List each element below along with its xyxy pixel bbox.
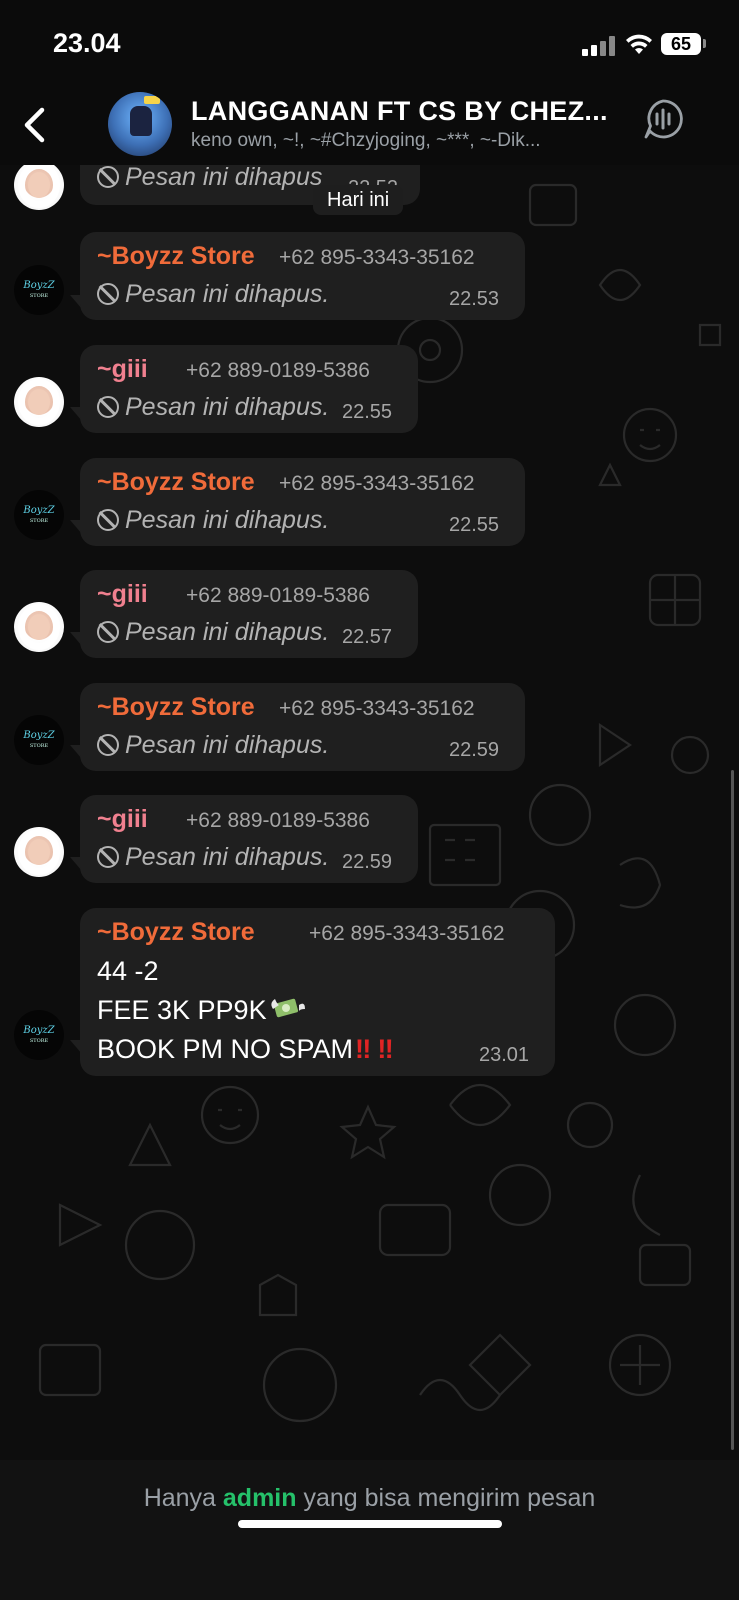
- battery-indicator: 65: [661, 33, 701, 55]
- deleted-text: Pesan ini dihapus.: [125, 393, 330, 421]
- sender-phone[interactable]: +62 889-0189-5386: [186, 359, 370, 383]
- message-text-line: BOOK PM NO SPAM‼ ‼: [97, 1034, 394, 1065]
- avatar[interactable]: [14, 602, 64, 652]
- scrollbar[interactable]: [731, 770, 734, 1450]
- deleted-icon: [97, 846, 119, 868]
- avatar[interactable]: BoyzZ STORE: [14, 490, 64, 540]
- avatar[interactable]: BoyzZ STORE: [14, 265, 64, 315]
- footer-notice: Hanya admin yang bisa mengirim pesan: [0, 1460, 739, 1600]
- chat-header: LANGGANAN FT CS BY CHEZ... keno own, ~!,…: [0, 90, 739, 165]
- message-bubble[interactable]: ~Boyzz Store +62 895-3343-35162 44 -2 FE…: [80, 908, 555, 1076]
- sender-phone[interactable]: +62 895-3343-35162: [279, 472, 475, 496]
- status-time: 23.04: [53, 28, 121, 58]
- deleted-text: Pesan ini dihapus.: [125, 618, 330, 646]
- message-time: 23.01: [479, 1044, 530, 1066]
- deleted-text: Pesan ini dihapus.: [125, 843, 330, 871]
- notice-suffix: yang bisa mengirim pesan: [296, 1484, 596, 1512]
- deleted-message: Pesan ini dihapus.: [97, 731, 329, 760]
- deleted-icon: [97, 734, 119, 756]
- deleted-icon: [97, 621, 119, 643]
- deleted-icon: [97, 396, 119, 418]
- message-time: 22.59: [342, 851, 393, 873]
- deleted-message: Pesan ini dihapus: [97, 165, 322, 192]
- sender-phone[interactable]: +62 889-0189-5386: [186, 584, 370, 608]
- chat-area[interactable]: Pesan ini dihapus 22.52 Hari ini BoyzZST…: [0, 165, 739, 1460]
- deleted-text: Pesan ini dihapus.: [125, 731, 330, 759]
- sender-name[interactable]: ~giii: [97, 805, 148, 834]
- message-text: FEE 3K PP9K: [97, 995, 267, 1025]
- sender-phone[interactable]: +62 895-3343-35162: [279, 246, 475, 270]
- group-members[interactable]: keno own, ~!, ~#Chzyjoging, ~***, ~-Dik.…: [191, 130, 621, 152]
- battery-tip: [703, 39, 706, 48]
- deleted-message: Pesan ini dihapus.: [97, 280, 329, 309]
- message-text: BOOK PM NO SPAM: [97, 1034, 354, 1064]
- status-bar: 23.04 65: [0, 0, 739, 90]
- sender-name[interactable]: ~Boyzz Store: [97, 468, 255, 497]
- deleted-text: Pesan ini dihapus: [125, 165, 323, 191]
- group-title[interactable]: LANGGANAN FT CS BY CHEZ...: [191, 96, 621, 127]
- message-bubble[interactable]: ~giii +62 889-0189-5386 Pesan ini dihapu…: [80, 345, 418, 433]
- group-avatar[interactable]: [108, 92, 172, 156]
- message-bubble[interactable]: ~Boyzz Store +62 895-3343-35162 Pesan in…: [80, 232, 525, 320]
- sender-name[interactable]: ~Boyzz Store: [97, 693, 255, 722]
- wifi-icon: [626, 34, 652, 54]
- message-time: 22.55: [342, 401, 393, 423]
- sender-name[interactable]: ~giii: [97, 580, 148, 609]
- message-bubble[interactable]: ~Boyzz Store +62 895-3343-35162 Pesan in…: [80, 458, 525, 546]
- home-indicator[interactable]: [238, 1520, 502, 1528]
- deleted-message: Pesan ini dihapus.: [97, 843, 329, 872]
- admin-only-notice: Hanya admin yang bisa mengirim pesan: [0, 1484, 739, 1513]
- message-time: 22.59: [449, 739, 500, 761]
- sender-phone[interactable]: +62 895-3343-35162: [309, 922, 505, 946]
- deleted-message: Pesan ini dihapus.: [97, 618, 329, 647]
- voice-chat-icon[interactable]: [642, 98, 684, 140]
- deleted-text: Pesan ini dihapus.: [125, 280, 330, 308]
- sender-phone[interactable]: +62 895-3343-35162: [279, 697, 475, 721]
- message-bubble[interactable]: ~Boyzz Store +62 895-3343-35162 Pesan in…: [80, 683, 525, 771]
- money-wings-icon: [269, 995, 305, 1023]
- sender-phone[interactable]: +62 889-0189-5386: [186, 809, 370, 833]
- sender-name[interactable]: ~giii: [97, 355, 148, 384]
- deleted-icon: [97, 166, 119, 188]
- message-time: 22.55: [449, 514, 500, 536]
- double-exclamation-icon: ‼: [355, 1034, 372, 1064]
- cellular-signal-icon: [582, 36, 616, 56]
- message-text-line: FEE 3K PP9K: [97, 995, 305, 1026]
- message-bubble[interactable]: ~giii +62 889-0189-5386 Pesan ini dihapu…: [80, 570, 418, 658]
- admin-link[interactable]: admin: [223, 1484, 297, 1512]
- deleted-icon: [97, 283, 119, 305]
- back-arrow-icon[interactable]: [18, 104, 50, 146]
- message-bubble[interactable]: ~giii +62 889-0189-5386 Pesan ini dihapu…: [80, 795, 418, 883]
- date-chip: Hari ini: [313, 185, 404, 215]
- avatar[interactable]: [14, 827, 64, 877]
- notice-prefix: Hanya: [143, 1484, 223, 1512]
- sender-name[interactable]: ~Boyzz Store: [97, 918, 255, 947]
- sender-name[interactable]: ~Boyzz Store: [97, 242, 255, 271]
- avatar[interactable]: [14, 377, 64, 427]
- avatar[interactable]: BoyzZ STORE: [14, 715, 64, 765]
- double-exclamation-icon: ‼: [377, 1034, 394, 1064]
- deleted-text: Pesan ini dihapus.: [125, 506, 330, 534]
- message-time: 22.57: [342, 626, 393, 648]
- message-text-line: 44 -2: [97, 956, 159, 986]
- deleted-icon: [97, 509, 119, 531]
- message-time: 22.53: [449, 288, 500, 310]
- deleted-message: Pesan ini dihapus.: [97, 506, 329, 535]
- avatar[interactable]: BoyzZ STORE: [14, 1010, 64, 1060]
- deleted-message: Pesan ini dihapus.: [97, 393, 329, 422]
